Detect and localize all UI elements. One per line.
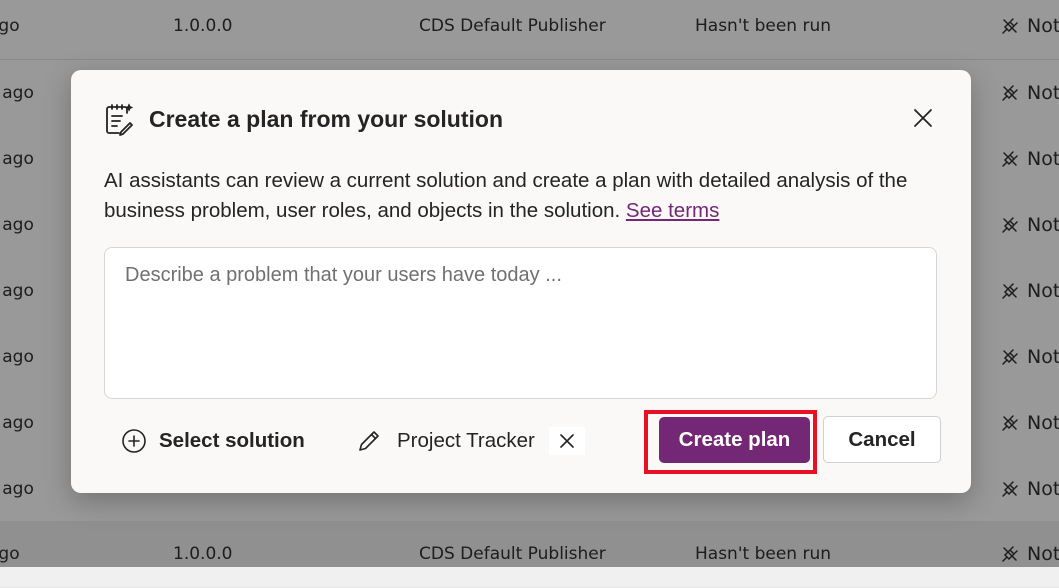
ai-plan-icon [106, 103, 133, 136]
dismiss-icon [560, 434, 574, 448]
problem-prompt-box [104, 247, 937, 399]
close-icon [914, 109, 932, 127]
create-plan-dialog: Create a plan from your solution AI assi… [71, 70, 971, 493]
description-text: AI assistants can review a current solut… [104, 169, 908, 222]
selected-solution-name: Project Tracker [397, 429, 535, 452]
remove-solution-button[interactable] [548, 427, 585, 455]
see-terms-link[interactable]: See terms [626, 199, 719, 222]
add-circle-icon [122, 429, 146, 453]
selected-solution-chip: Project Tracker [355, 424, 585, 458]
pencil-icon [359, 431, 379, 451]
problem-description-input[interactable] [105, 248, 936, 398]
dialog-description: AI assistants can review a current solut… [104, 166, 934, 226]
select-solution-label: Select solution [159, 429, 305, 452]
dialog-title: Create a plan from your solution [149, 106, 503, 132]
cancel-button[interactable]: Cancel [823, 416, 941, 463]
close-button[interactable] [907, 102, 939, 134]
create-plan-button[interactable]: Create plan [659, 417, 810, 463]
select-solution-button[interactable]: Select solution [121, 424, 305, 458]
